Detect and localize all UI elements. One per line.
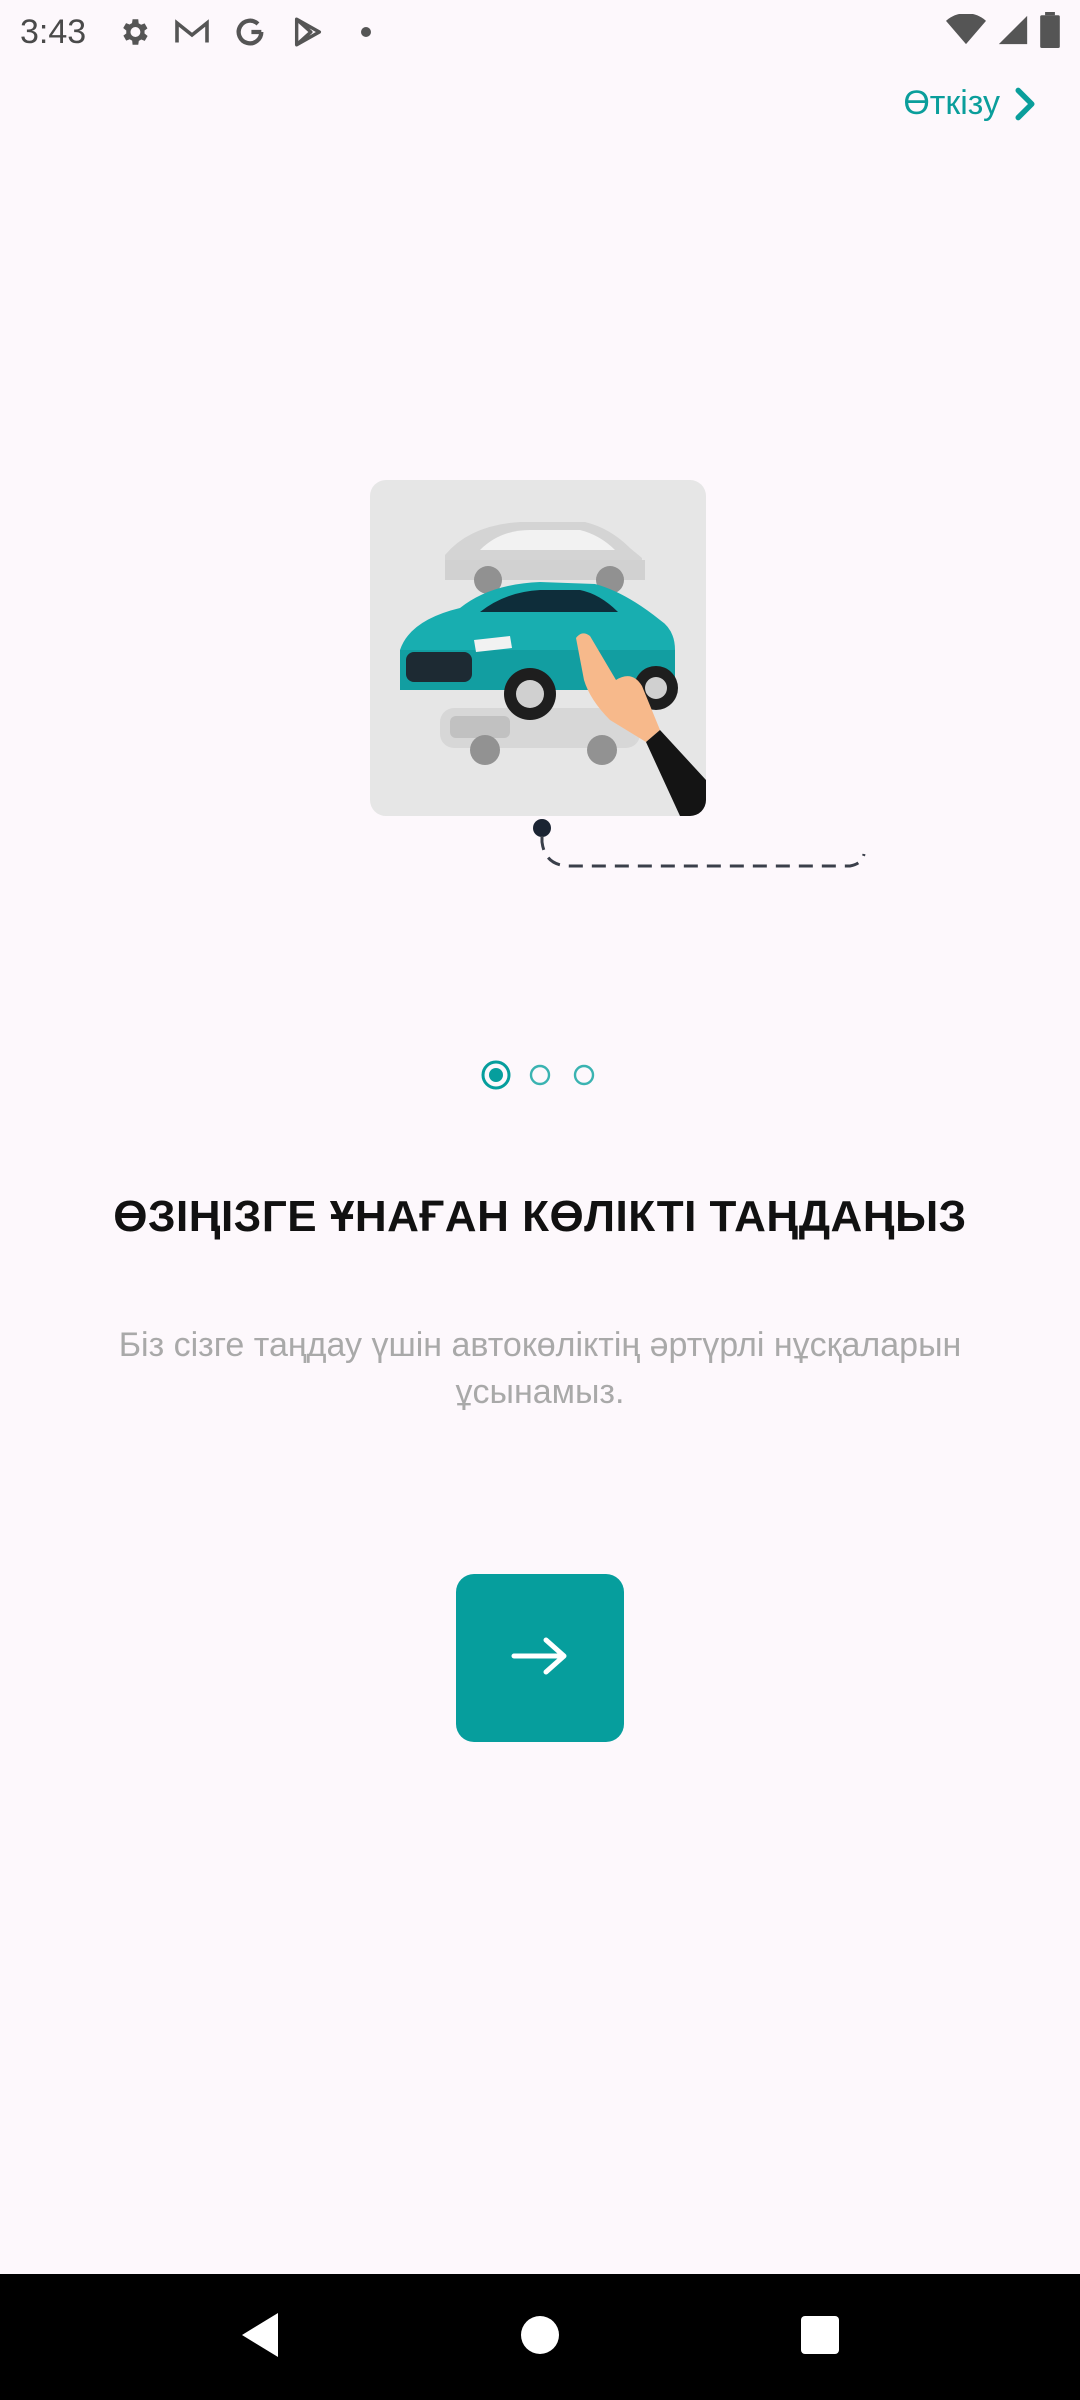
play-store-icon: [290, 14, 326, 50]
recents-button[interactable]: [790, 2307, 850, 2367]
onboarding-illustration: [370, 480, 870, 900]
status-notification-icons: [116, 14, 384, 50]
settings-icon: [116, 14, 152, 50]
recents-icon: [799, 2314, 841, 2361]
dot-icon: [348, 14, 384, 50]
skip-label: Өткізу: [903, 84, 1000, 122]
system-navigation-bar: [0, 2274, 1080, 2400]
google-icon: [232, 14, 268, 50]
page-dot-1[interactable]: [474, 1059, 518, 1091]
next-button[interactable]: [456, 1574, 624, 1742]
arrow-right-icon: [510, 1634, 570, 1683]
home-button[interactable]: [510, 2307, 570, 2367]
page-indicator: [0, 1059, 1080, 1091]
page-dot-3[interactable]: [562, 1064, 606, 1086]
gmail-icon: [174, 14, 210, 50]
onboarding-screen: 3:43 Өткізу ӨЗІҢІЗГЕ ҰНАҒАН КӨЛІКТІ ТАҢД…: [0, 0, 1080, 2400]
car-selection-image: [370, 480, 706, 816]
signal-icon: [996, 13, 1030, 52]
status-bar: 3:43: [0, 0, 1080, 64]
chevron-right-icon: [1014, 87, 1036, 121]
page-dot-2[interactable]: [518, 1064, 562, 1086]
home-icon: [519, 2314, 561, 2361]
status-time: 3:43: [20, 12, 87, 51]
dashed-path-decoration: [533, 819, 866, 868]
page-subtitle: Біз сізге таңдау үшін автокөліктің әртүр…: [118, 1326, 962, 1411]
status-system-icons: [946, 11, 1060, 53]
page-title: ӨЗІҢІЗГЕ ҰНАҒАН КӨЛІКТІ ТАҢДАҢЫЗ: [113, 1192, 967, 1241]
back-button[interactable]: [230, 2307, 290, 2367]
battery-icon: [1040, 11, 1060, 53]
skip-button[interactable]: Өткізу: [903, 84, 1036, 123]
wifi-icon: [946, 12, 986, 51]
back-icon: [238, 2311, 282, 2364]
